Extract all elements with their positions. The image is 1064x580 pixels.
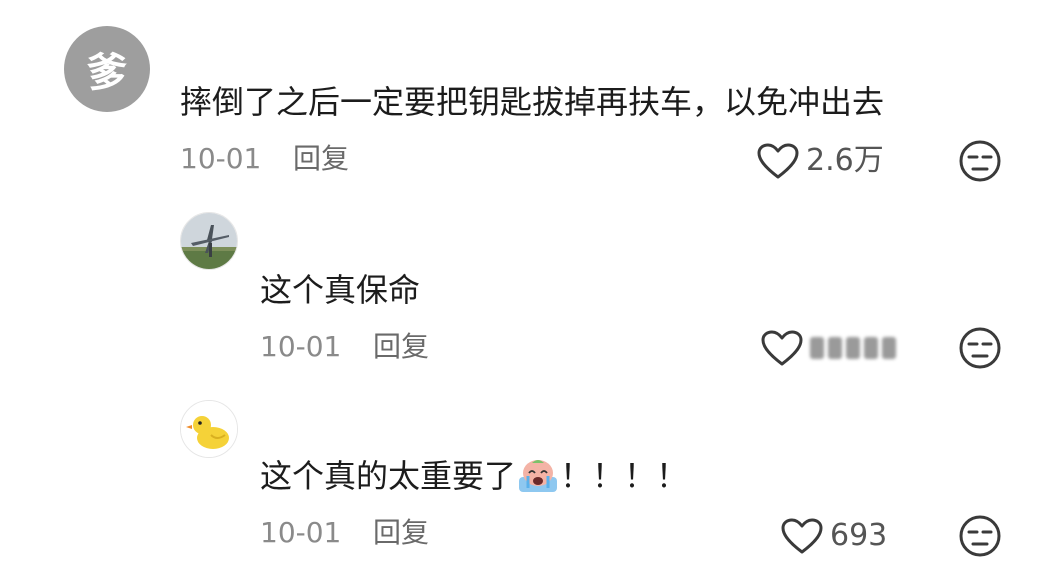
comment-text-exclaim: ！！！！ [560, 457, 689, 495]
unamused-face-icon [959, 515, 1001, 557]
like-button[interactable]: 693 [780, 517, 887, 555]
reply-button[interactable]: 回复 [373, 516, 429, 550]
user-avatar[interactable] [180, 400, 238, 458]
heart-icon [780, 517, 824, 555]
comment-text-main: 这个真的太重要了 [260, 457, 517, 495]
comment-text: 这个真的太重要了 ！！！！ [260, 456, 688, 502]
comment-date: 10-01 [260, 516, 342, 549]
like-count: 693 [830, 518, 888, 553]
duck-icon [181, 401, 237, 457]
dislike-button[interactable] [958, 514, 1002, 558]
comment-3: 这个真的太重要了 ！！！！ 10-01 回复 693 [0, 0, 1064, 580]
crying-face-emoji [518, 457, 558, 502]
